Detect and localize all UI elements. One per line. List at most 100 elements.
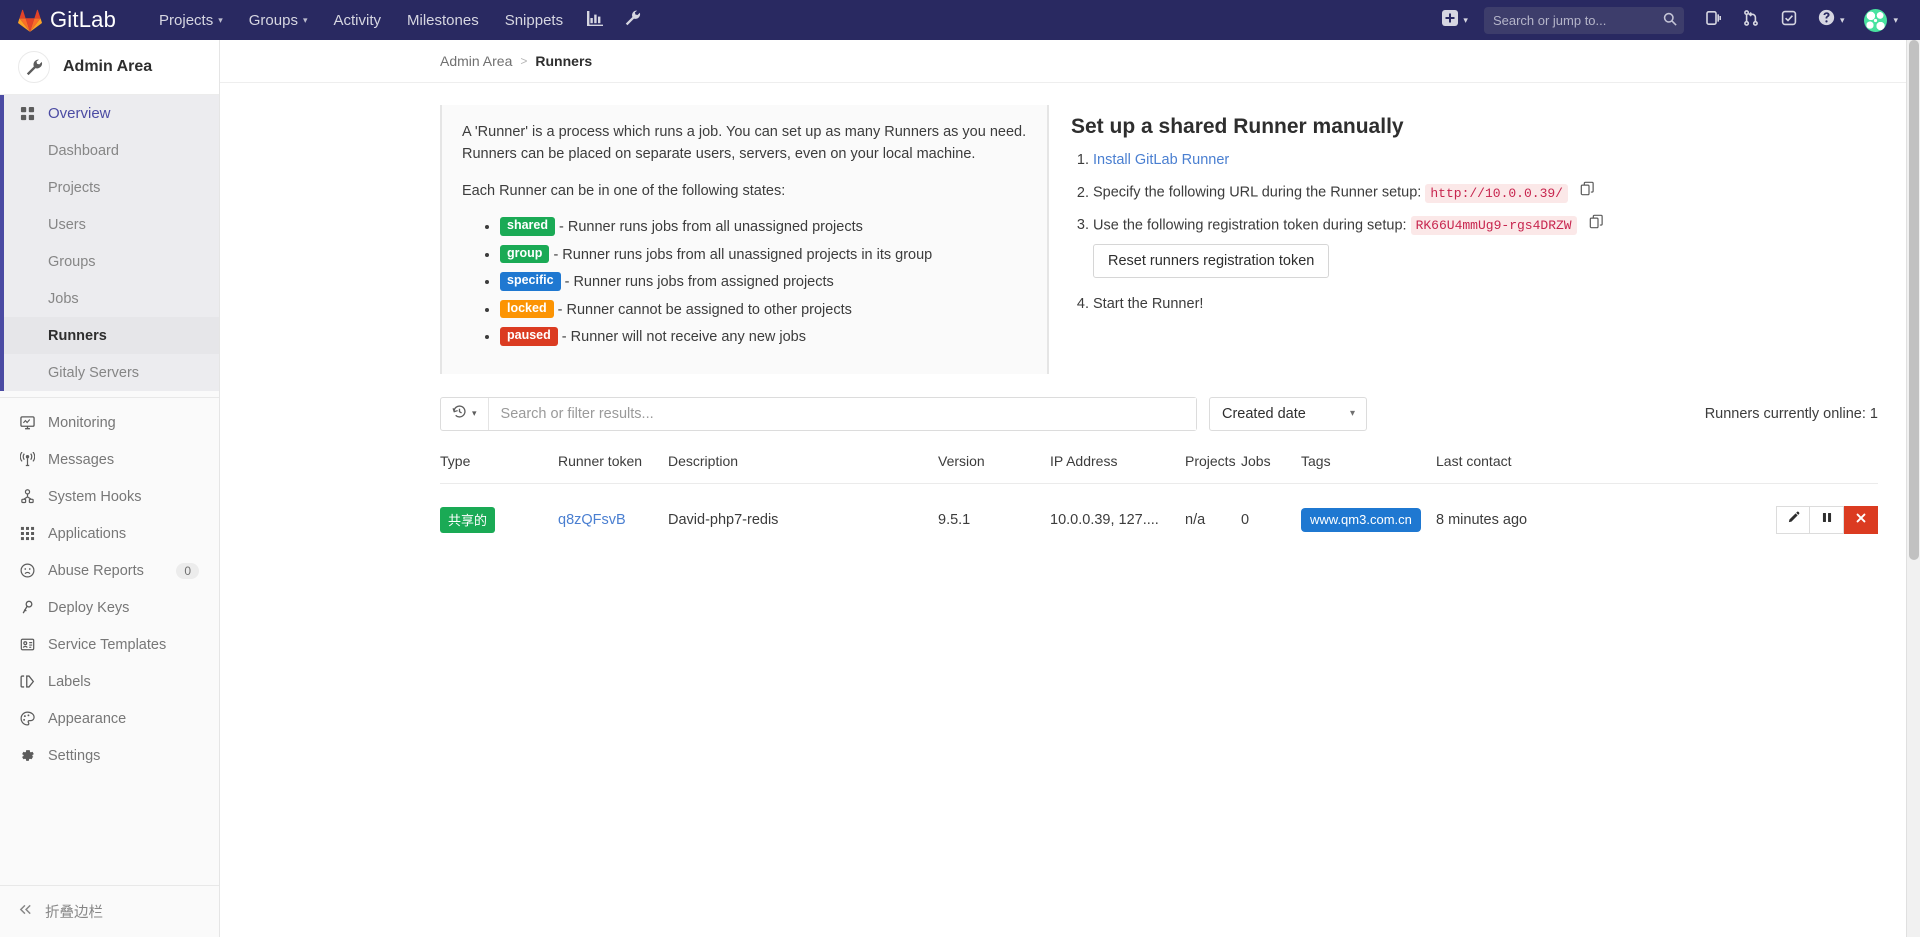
recent-searches-dropdown[interactable]: ▾ (441, 397, 489, 430)
filter-search-input[interactable] (488, 397, 1196, 430)
row-action-buttons (1645, 505, 1878, 534)
chart-icon (587, 10, 604, 31)
sort-dropdown[interactable]: Created date ▾ (1209, 396, 1367, 431)
chevron-down-icon: ▾ (218, 14, 223, 25)
search-filter-bar[interactable]: ▾ (440, 396, 1197, 431)
issues-icon (1705, 10, 1721, 31)
search-input[interactable] (1483, 6, 1684, 34)
edit-runner-button[interactable] (1776, 505, 1810, 534)
table-row: 共享的 q8zQFsvB David-php7-redis 9.5.1 10.0… (440, 483, 1878, 554)
key-icon (18, 599, 36, 617)
sidebar-item-users[interactable]: Users (0, 206, 219, 243)
nav-item-admin-area[interactable] (614, 0, 652, 40)
sidebar-item-projects[interactable]: Projects (0, 169, 219, 206)
nav-item-label: Projects (159, 11, 214, 29)
cell-tags: www.qm3.com.cn (1301, 483, 1436, 554)
search-icon (1663, 12, 1677, 31)
avatar (1864, 8, 1888, 32)
collapse-sidebar-button[interactable]: 折叠边栏 (0, 885, 219, 937)
nav-item-activity[interactable]: Activity (320, 0, 394, 40)
runners-table-body: 共享的 q8zQFsvB David-php7-redis 9.5.1 10.0… (440, 483, 1878, 554)
sidebar-header[interactable]: Admin Area (0, 40, 219, 95)
sidebar-item-abuse-reports[interactable]: Abuse Reports 0 (0, 552, 219, 589)
breadcrumb: Admin Area > Runners (220, 40, 1906, 83)
hook-icon (18, 488, 36, 506)
chevron-down-icon: ▾ (1893, 14, 1898, 25)
runner-token-link[interactable]: q8zQFsvB (558, 512, 626, 528)
copy-icon[interactable] (1580, 181, 1595, 204)
sidebar-item-overview[interactable]: Overview (0, 95, 219, 132)
column-header-last-contact: Last contact (1436, 452, 1645, 484)
state-badge-group: group (500, 244, 550, 264)
sidebar-item-groups[interactable]: Groups (0, 243, 219, 280)
chevron-down-icon: ▾ (1463, 14, 1468, 25)
sidebar-item-dashboard[interactable]: Dashboard (0, 132, 219, 169)
sidebar-item-label: Users (48, 216, 86, 233)
runner-type-badge: 共享的 (440, 506, 496, 533)
scrollbar-thumb[interactable] (1909, 40, 1919, 560)
sidebar-item-appearance[interactable]: Appearance (0, 700, 219, 737)
state-badge-locked: locked (500, 299, 554, 319)
sidebar-item-label: Overview (48, 105, 111, 122)
runner-state-item: group - Runner runs jobs from all unassi… (500, 244, 1027, 266)
page-scrollbar[interactable] (1906, 40, 1920, 937)
sidebar-item-label: Service Templates (48, 636, 167, 653)
pause-runner-button[interactable] (1810, 505, 1844, 534)
admin-wrench-avatar (18, 51, 50, 83)
collapse-sidebar-label: 折叠边栏 (45, 905, 103, 921)
nav-item-snippets[interactable]: Snippets (492, 0, 576, 40)
todos-button[interactable] (1770, 0, 1808, 40)
sidebar-item-gitaly-servers[interactable]: Gitaly Servers (0, 354, 219, 391)
merge-request-icon (1743, 9, 1759, 31)
reset-runners-registration-token-button[interactable]: Reset runners registration token (1093, 244, 1330, 279)
sidebar-title: Admin Area (63, 58, 153, 75)
runner-tag-badge: www.qm3.com.cn (1301, 507, 1421, 532)
help-icon (1818, 9, 1835, 31)
nav-item-analytics[interactable] (576, 0, 614, 40)
pause-icon (1821, 511, 1833, 528)
column-header-version: Version (938, 452, 1050, 484)
sidebar-item-jobs[interactable]: Jobs (0, 280, 219, 317)
sidebar-item-runners[interactable]: Runners (0, 317, 219, 354)
help-button[interactable]: ▾ (1808, 9, 1855, 31)
setup-step-token-text: Use the following registration token dur… (1093, 217, 1407, 234)
sidebar-item-deploy-keys[interactable]: Deploy Keys (0, 589, 219, 626)
gear-icon (18, 747, 36, 765)
breadcrumb-root[interactable]: Admin Area (440, 53, 512, 69)
sidebar-item-system-hooks[interactable]: System Hooks (0, 478, 219, 515)
sidebar-item-settings[interactable]: Settings (0, 737, 219, 774)
install-gitlab-runner-link[interactable]: Install GitLab Runner (1093, 152, 1229, 168)
copy-icon[interactable] (1589, 214, 1604, 237)
remove-runner-button[interactable] (1844, 505, 1878, 534)
nav-item-milestones[interactable]: Milestones (394, 0, 492, 40)
sidebar-divider (0, 397, 219, 398)
table-header-row: Type Runner token Description Version IP… (440, 452, 1878, 484)
runner-state-item: paused - Runner will not receive any new… (500, 326, 1027, 348)
merge-requests-button[interactable] (1732, 0, 1770, 40)
sidebar-item-monitoring[interactable]: Monitoring (0, 404, 219, 441)
state-badge-specific: specific (500, 272, 561, 291)
breadcrumb-separator: > (520, 54, 528, 68)
runner-state-item: shared - Runner runs jobs from all unass… (500, 216, 1027, 238)
global-search[interactable] (1483, 6, 1684, 34)
nav-item-projects[interactable]: Projects ▾ (146, 0, 236, 40)
gitlab-logo-link[interactable]: GitLab (18, 7, 116, 33)
sidebar-item-applications[interactable]: Applications (0, 515, 219, 552)
issues-button[interactable] (1694, 0, 1732, 40)
runners-online-status: Runners currently online: 1 (1704, 405, 1878, 422)
user-menu-button[interactable]: ▾ (1854, 8, 1906, 32)
sidebar-item-messages[interactable]: Messages (0, 441, 219, 478)
cell-runner-token: q8zQFsvB (558, 483, 668, 554)
history-icon (452, 404, 467, 424)
sidebar-item-label: Runners (48, 327, 107, 344)
palette-icon (18, 710, 36, 728)
sidebar-item-label: Gitaly Servers (48, 364, 140, 381)
new-item-button[interactable]: ▾ (1432, 9, 1478, 31)
nav-item-groups[interactable]: Groups ▾ (236, 0, 321, 40)
sidebar-item-label: Settings (48, 747, 101, 764)
sidebar-item-labels[interactable]: Labels (0, 663, 219, 700)
sidebar-item-label: Messages (48, 451, 115, 468)
sidebar-item-service-templates[interactable]: Service Templates (0, 626, 219, 663)
chevron-double-left-icon (18, 902, 33, 921)
column-header-type: Type (440, 452, 558, 484)
